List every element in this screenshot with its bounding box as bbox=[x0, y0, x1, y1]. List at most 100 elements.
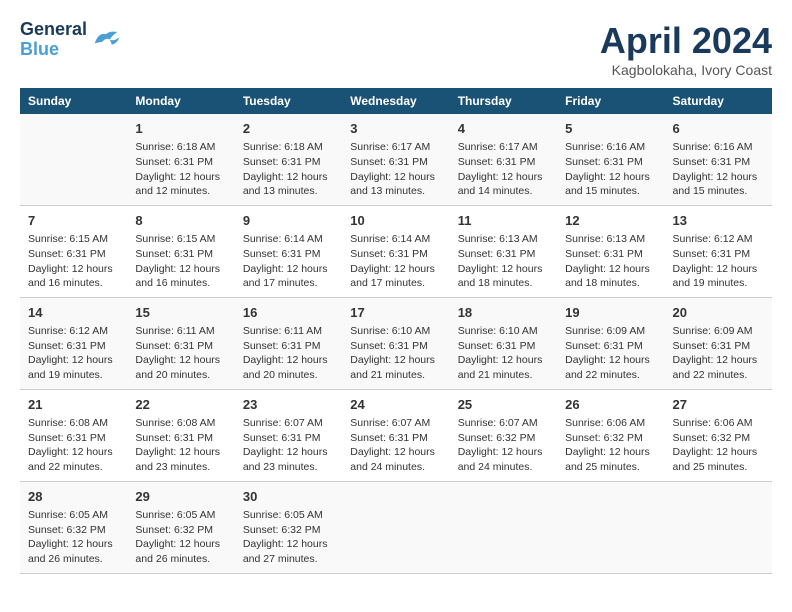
weekday-header: Wednesday bbox=[342, 88, 449, 114]
calendar-cell: 3Sunrise: 6:17 AM Sunset: 6:31 PM Daylig… bbox=[342, 114, 449, 205]
day-info: Sunrise: 6:12 AM Sunset: 6:31 PM Dayligh… bbox=[28, 324, 119, 383]
calendar-cell: 22 Sunrise: 6:08 AM Sunset: 6:31 PM Dayli… bbox=[127, 389, 234, 481]
day-number: 6 bbox=[673, 120, 764, 138]
calendar-cell: 21 Sunrise: 6:08 AM Sunset: 6:31 PM Dayli… bbox=[20, 389, 127, 481]
calendar-cell: 15 Sunrise: 6:11 AM Sunset: 6:31 PM Dayli… bbox=[127, 297, 234, 389]
day-info: Sunrise: 6:08 AM Sunset: 6:31 PM Dayligh… bbox=[135, 416, 226, 475]
weekday-header: Saturday bbox=[665, 88, 772, 114]
day-number: 18 bbox=[458, 304, 549, 322]
day-number: 9 bbox=[243, 212, 334, 230]
calendar-cell: 23Sunrise: 6:07 AM Sunset: 6:31 PM Dayli… bbox=[235, 389, 342, 481]
day-number: 16 bbox=[243, 304, 334, 322]
day-info: Sunrise: 6:11 AM Sunset: 6:31 PM Dayligh… bbox=[135, 324, 226, 383]
logo-bird-icon bbox=[91, 27, 121, 52]
day-number: 19 bbox=[565, 304, 656, 322]
calendar-cell: 13 Sunrise: 6:12 AM Sunset: 6:31 PM Dayli… bbox=[665, 205, 772, 297]
day-number: 24 bbox=[350, 396, 441, 414]
weekday-header: Monday bbox=[127, 88, 234, 114]
calendar-table: SundayMondayTuesdayWednesdayThursdayFrid… bbox=[20, 88, 772, 574]
logo: GeneralBlue bbox=[20, 20, 121, 60]
day-info: Sunrise: 6:17 AM Sunset: 6:31 PM Dayligh… bbox=[458, 140, 549, 199]
calendar-cell: 14 Sunrise: 6:12 AM Sunset: 6:31 PM Dayli… bbox=[20, 297, 127, 389]
day-number: 30 bbox=[243, 488, 334, 506]
day-number: 22 bbox=[135, 396, 226, 414]
calendar-week-row: 7 Sunrise: 6:15 AM Sunset: 6:31 PM Daylig… bbox=[20, 205, 772, 297]
calendar-cell bbox=[557, 481, 664, 573]
calendar-cell: 26Sunrise: 6:06 AM Sunset: 6:32 PM Dayli… bbox=[557, 389, 664, 481]
calendar-cell: 19 Sunrise: 6:09 AM Sunset: 6:31 PM Dayli… bbox=[557, 297, 664, 389]
calendar-cell bbox=[450, 481, 557, 573]
calendar-cell: 17 Sunrise: 6:10 AM Sunset: 6:31 PM Dayli… bbox=[342, 297, 449, 389]
day-number: 25 bbox=[458, 396, 549, 414]
day-info: Sunrise: 6:05 AM Sunset: 6:32 PM Dayligh… bbox=[28, 508, 119, 567]
calendar-cell: 1Sunrise: 6:18 AM Sunset: 6:31 PM Daylig… bbox=[127, 114, 234, 205]
title-area: April 2024 Kagbolokaha, Ivory Coast bbox=[600, 20, 772, 78]
calendar-cell: 2Sunrise: 6:18 AM Sunset: 6:31 PM Daylig… bbox=[235, 114, 342, 205]
day-info: Sunrise: 6:15 AM Sunset: 6:31 PM Dayligh… bbox=[135, 232, 226, 291]
calendar-cell: 10Sunrise: 6:14 AM Sunset: 6:31 PM Dayli… bbox=[342, 205, 449, 297]
day-info: Sunrise: 6:17 AM Sunset: 6:31 PM Dayligh… bbox=[350, 140, 441, 199]
day-info: Sunrise: 6:11 AM Sunset: 6:31 PM Dayligh… bbox=[243, 324, 334, 383]
day-number: 14 bbox=[28, 304, 119, 322]
day-info: Sunrise: 6:18 AM Sunset: 6:31 PM Dayligh… bbox=[243, 140, 334, 199]
weekday-header: Thursday bbox=[450, 88, 557, 114]
calendar-cell: 25 Sunrise: 6:07 AM Sunset: 6:32 PM Dayli… bbox=[450, 389, 557, 481]
day-info: Sunrise: 6:18 AM Sunset: 6:31 PM Dayligh… bbox=[135, 140, 226, 199]
calendar-cell: 12Sunrise: 6:13 AM Sunset: 6:31 PM Dayli… bbox=[557, 205, 664, 297]
day-number: 20 bbox=[673, 304, 764, 322]
day-number: 13 bbox=[673, 212, 764, 230]
day-number: 15 bbox=[135, 304, 226, 322]
calendar-week-row: 14 Sunrise: 6:12 AM Sunset: 6:31 PM Dayli… bbox=[20, 297, 772, 389]
calendar-cell: 6 Sunrise: 6:16 AM Sunset: 6:31 PM Daylig… bbox=[665, 114, 772, 205]
calendar-cell bbox=[20, 114, 127, 205]
calendar-week-row: 28Sunrise: 6:05 AM Sunset: 6:32 PM Dayli… bbox=[20, 481, 772, 573]
day-number: 27 bbox=[673, 396, 764, 414]
calendar-cell: 8 Sunrise: 6:15 AM Sunset: 6:31 PM Daylig… bbox=[127, 205, 234, 297]
calendar-cell: 18 Sunrise: 6:10 AM Sunset: 6:31 PM Dayli… bbox=[450, 297, 557, 389]
location-title: Kagbolokaha, Ivory Coast bbox=[600, 62, 772, 78]
calendar-cell: 11 Sunrise: 6:13 AM Sunset: 6:31 PM Dayli… bbox=[450, 205, 557, 297]
day-info: Sunrise: 6:05 AM Sunset: 6:32 PM Dayligh… bbox=[243, 508, 334, 567]
calendar-week-row: 1Sunrise: 6:18 AM Sunset: 6:31 PM Daylig… bbox=[20, 114, 772, 205]
day-number: 8 bbox=[135, 212, 226, 230]
day-info: Sunrise: 6:12 AM Sunset: 6:31 PM Dayligh… bbox=[673, 232, 764, 291]
day-info: Sunrise: 6:06 AM Sunset: 6:32 PM Dayligh… bbox=[565, 416, 656, 475]
day-info: Sunrise: 6:08 AM Sunset: 6:31 PM Dayligh… bbox=[28, 416, 119, 475]
calendar-cell: 24 Sunrise: 6:07 AM Sunset: 6:31 PM Dayli… bbox=[342, 389, 449, 481]
day-info: Sunrise: 6:13 AM Sunset: 6:31 PM Dayligh… bbox=[458, 232, 549, 291]
month-title: April 2024 bbox=[600, 20, 772, 62]
day-number: 7 bbox=[28, 212, 119, 230]
day-info: Sunrise: 6:10 AM Sunset: 6:31 PM Dayligh… bbox=[458, 324, 549, 383]
day-info: Sunrise: 6:06 AM Sunset: 6:32 PM Dayligh… bbox=[673, 416, 764, 475]
calendar-cell: 30 Sunrise: 6:05 AM Sunset: 6:32 PM Dayli… bbox=[235, 481, 342, 573]
day-info: Sunrise: 6:15 AM Sunset: 6:31 PM Dayligh… bbox=[28, 232, 119, 291]
calendar-cell bbox=[342, 481, 449, 573]
day-number: 29 bbox=[135, 488, 226, 506]
day-number: 5 bbox=[565, 120, 656, 138]
day-info: Sunrise: 6:07 AM Sunset: 6:31 PM Dayligh… bbox=[350, 416, 441, 475]
day-number: 12 bbox=[565, 212, 656, 230]
day-info: Sunrise: 6:05 AM Sunset: 6:32 PM Dayligh… bbox=[135, 508, 226, 567]
day-info: Sunrise: 6:09 AM Sunset: 6:31 PM Dayligh… bbox=[565, 324, 656, 383]
calendar-cell: 5 Sunrise: 6:16 AM Sunset: 6:31 PM Daylig… bbox=[557, 114, 664, 205]
header-row: SundayMondayTuesdayWednesdayThursdayFrid… bbox=[20, 88, 772, 114]
weekday-header: Tuesday bbox=[235, 88, 342, 114]
calendar-cell: 9Sunrise: 6:14 AM Sunset: 6:31 PM Daylig… bbox=[235, 205, 342, 297]
weekday-header: Sunday bbox=[20, 88, 127, 114]
day-info: Sunrise: 6:07 AM Sunset: 6:32 PM Dayligh… bbox=[458, 416, 549, 475]
logo-text: GeneralBlue bbox=[20, 20, 87, 60]
day-info: Sunrise: 6:16 AM Sunset: 6:31 PM Dayligh… bbox=[565, 140, 656, 199]
day-number: 11 bbox=[458, 212, 549, 230]
calendar-week-row: 21 Sunrise: 6:08 AM Sunset: 6:31 PM Dayli… bbox=[20, 389, 772, 481]
calendar-cell: 16 Sunrise: 6:11 AM Sunset: 6:31 PM Dayli… bbox=[235, 297, 342, 389]
calendar-cell: 27 Sunrise: 6:06 AM Sunset: 6:32 PM Dayli… bbox=[665, 389, 772, 481]
calendar-cell: 7 Sunrise: 6:15 AM Sunset: 6:31 PM Daylig… bbox=[20, 205, 127, 297]
calendar-cell: 28Sunrise: 6:05 AM Sunset: 6:32 PM Dayli… bbox=[20, 481, 127, 573]
day-number: 21 bbox=[28, 396, 119, 414]
day-info: Sunrise: 6:16 AM Sunset: 6:31 PM Dayligh… bbox=[673, 140, 764, 199]
day-number: 10 bbox=[350, 212, 441, 230]
weekday-header: Friday bbox=[557, 88, 664, 114]
calendar-header: SundayMondayTuesdayWednesdayThursdayFrid… bbox=[20, 88, 772, 114]
day-info: Sunrise: 6:10 AM Sunset: 6:31 PM Dayligh… bbox=[350, 324, 441, 383]
day-number: 17 bbox=[350, 304, 441, 322]
